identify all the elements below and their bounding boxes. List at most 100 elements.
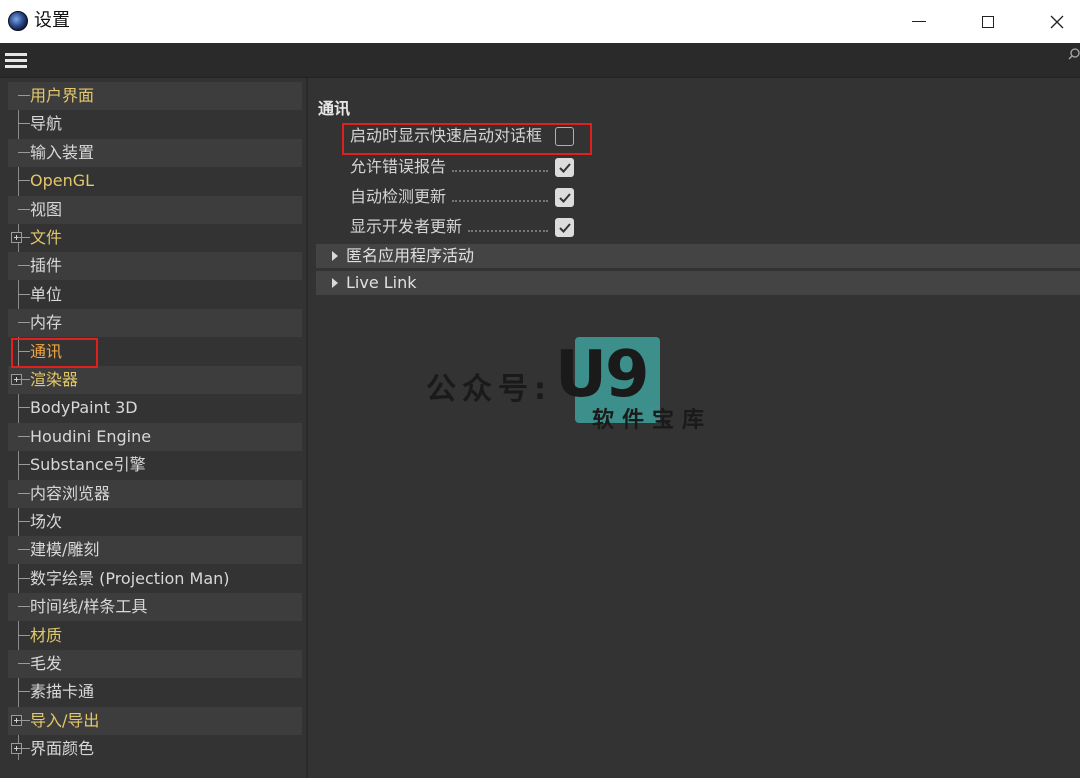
tree-item-label: 毛发 — [30, 654, 63, 673]
tree-item[interactable]: 单位 — [8, 281, 302, 309]
tree-item[interactable]: 场次 — [8, 508, 302, 536]
menu-bar — [0, 43, 1080, 78]
tree-item[interactable]: 视图 — [8, 196, 302, 224]
tree-item[interactable]: 插件 — [8, 252, 302, 280]
tree-connector — [18, 707, 30, 735]
tree-connector — [18, 196, 30, 224]
tree-connector — [18, 622, 30, 650]
tree-item[interactable]: 材质 — [8, 622, 302, 650]
tree-item-label: 单位 — [30, 285, 63, 304]
tree-item[interactable]: 数字绘景 (Projection Man) — [8, 565, 302, 593]
group-live-link[interactable]: Live Link — [316, 271, 1080, 295]
tree-item[interactable]: BodyPaint 3D — [8, 394, 302, 422]
minimize-button[interactable] — [896, 0, 942, 43]
tree-connector — [18, 536, 30, 564]
tree-item[interactable]: Houdini Engine — [8, 423, 302, 451]
highlight-box-tree — [11, 338, 98, 368]
tree-connector — [18, 252, 30, 280]
expand-arrow-icon — [332, 251, 338, 261]
tree-connector — [18, 451, 30, 479]
tree-item-label: 数字绘景 (Projection Man) — [30, 569, 230, 588]
group-anonymous-activity[interactable]: 匿名应用程序活动 — [316, 244, 1080, 268]
tree-item[interactable]: 内容浏览器 — [8, 480, 302, 508]
tree-connector — [18, 650, 30, 678]
tree-item[interactable]: 素描卡通 — [8, 678, 302, 706]
tree-item-label: 导入/导出 — [30, 711, 100, 730]
tree-item-label: 内容浏览器 — [30, 484, 111, 503]
section-title: 通讯 — [318, 99, 351, 118]
watermark-text: 公众号: — [426, 372, 552, 407]
close-button[interactable] — [1034, 0, 1080, 43]
tree-connector — [18, 394, 30, 422]
tree-item-label: 素描卡通 — [30, 682, 95, 701]
tree-item[interactable]: 输入装置 — [8, 139, 302, 167]
app-icon — [8, 11, 28, 31]
tree-connector — [18, 678, 30, 706]
option-auto-update: 自动检测更新 — [350, 187, 447, 206]
tree-connector — [18, 224, 30, 252]
minimize-icon — [912, 21, 926, 22]
tree-item-label: 内存 — [30, 313, 63, 332]
tree-connector — [18, 480, 30, 508]
tree-connector — [18, 82, 30, 110]
check-icon — [559, 193, 571, 203]
tree-item[interactable]: 导入/导出 — [8, 707, 302, 735]
tree-item[interactable]: Substance引擎 — [8, 451, 302, 479]
tree-connector — [18, 139, 30, 167]
close-icon — [1050, 15, 1064, 28]
tree-connector — [18, 167, 30, 195]
tree-item-label: 材质 — [30, 626, 63, 645]
option-error-report: 允许错误报告 — [350, 157, 447, 176]
option-dots — [452, 164, 548, 172]
watermark-logo: U9 — [555, 338, 649, 412]
tree-item-label: BodyPaint 3D — [30, 398, 138, 417]
expand-arrow-icon — [332, 278, 338, 288]
option-dev-update: 显示开发者更新 — [350, 217, 463, 236]
tree-item-label: Houdini Engine — [30, 427, 152, 446]
tree-item[interactable]: 毛发 — [8, 650, 302, 678]
check-icon — [559, 223, 571, 233]
watermark-subtext: 软件宝库 — [592, 408, 713, 433]
tree-item[interactable]: 文件 — [8, 224, 302, 252]
window-title: 设置 — [34, 10, 70, 31]
tree-item[interactable]: OpenGL — [8, 167, 302, 195]
tree-item-label: 输入装置 — [30, 143, 95, 162]
tree-item[interactable]: 用户界面 — [8, 82, 302, 110]
tree-connector — [18, 309, 30, 337]
checkbox-error-report[interactable] — [555, 158, 574, 177]
title-bar: 设置 — [0, 0, 1080, 43]
tree-item[interactable]: 界面颜色 — [8, 735, 302, 763]
menu-icon[interactable] — [5, 53, 27, 68]
tree-connector — [18, 281, 30, 309]
maximize-button[interactable] — [965, 0, 1011, 43]
tree-item[interactable]: 建模/雕刻 — [8, 536, 302, 564]
checkbox-dev-update[interactable] — [555, 218, 574, 237]
check-icon — [559, 163, 571, 173]
tree-item-label: 场次 — [30, 512, 63, 531]
tree-item-label: 用户界面 — [30, 86, 95, 105]
tree-item-label: 视图 — [30, 200, 63, 219]
tree-item-label: 建模/雕刻 — [30, 540, 100, 559]
tree-item[interactable]: 内存 — [8, 309, 302, 337]
tree-item-label: OpenGL — [30, 171, 95, 190]
search-icon[interactable] — [1068, 48, 1080, 60]
tree-item[interactable]: 导航 — [8, 110, 302, 138]
tree-connector — [18, 423, 30, 451]
tree-item-label: 导航 — [30, 114, 63, 133]
tree-connector — [18, 735, 30, 763]
tree-connector — [18, 565, 30, 593]
tree-connector — [18, 508, 30, 536]
highlight-box-option — [342, 123, 592, 155]
tree-connector — [18, 366, 30, 394]
option-dots — [452, 194, 548, 202]
tree-item[interactable]: 时间线/样条工具 — [8, 593, 302, 621]
tree-item-label: 文件 — [30, 228, 63, 247]
tree-item-label: Substance引擎 — [30, 455, 146, 474]
option-dots — [468, 224, 548, 232]
tree-connector — [18, 110, 30, 138]
maximize-icon — [982, 15, 994, 28]
tree-connector — [18, 593, 30, 621]
tree-item-label: 时间线/样条工具 — [30, 597, 148, 616]
tree-item[interactable]: 渲染器 — [8, 366, 302, 394]
checkbox-auto-update[interactable] — [555, 188, 574, 207]
